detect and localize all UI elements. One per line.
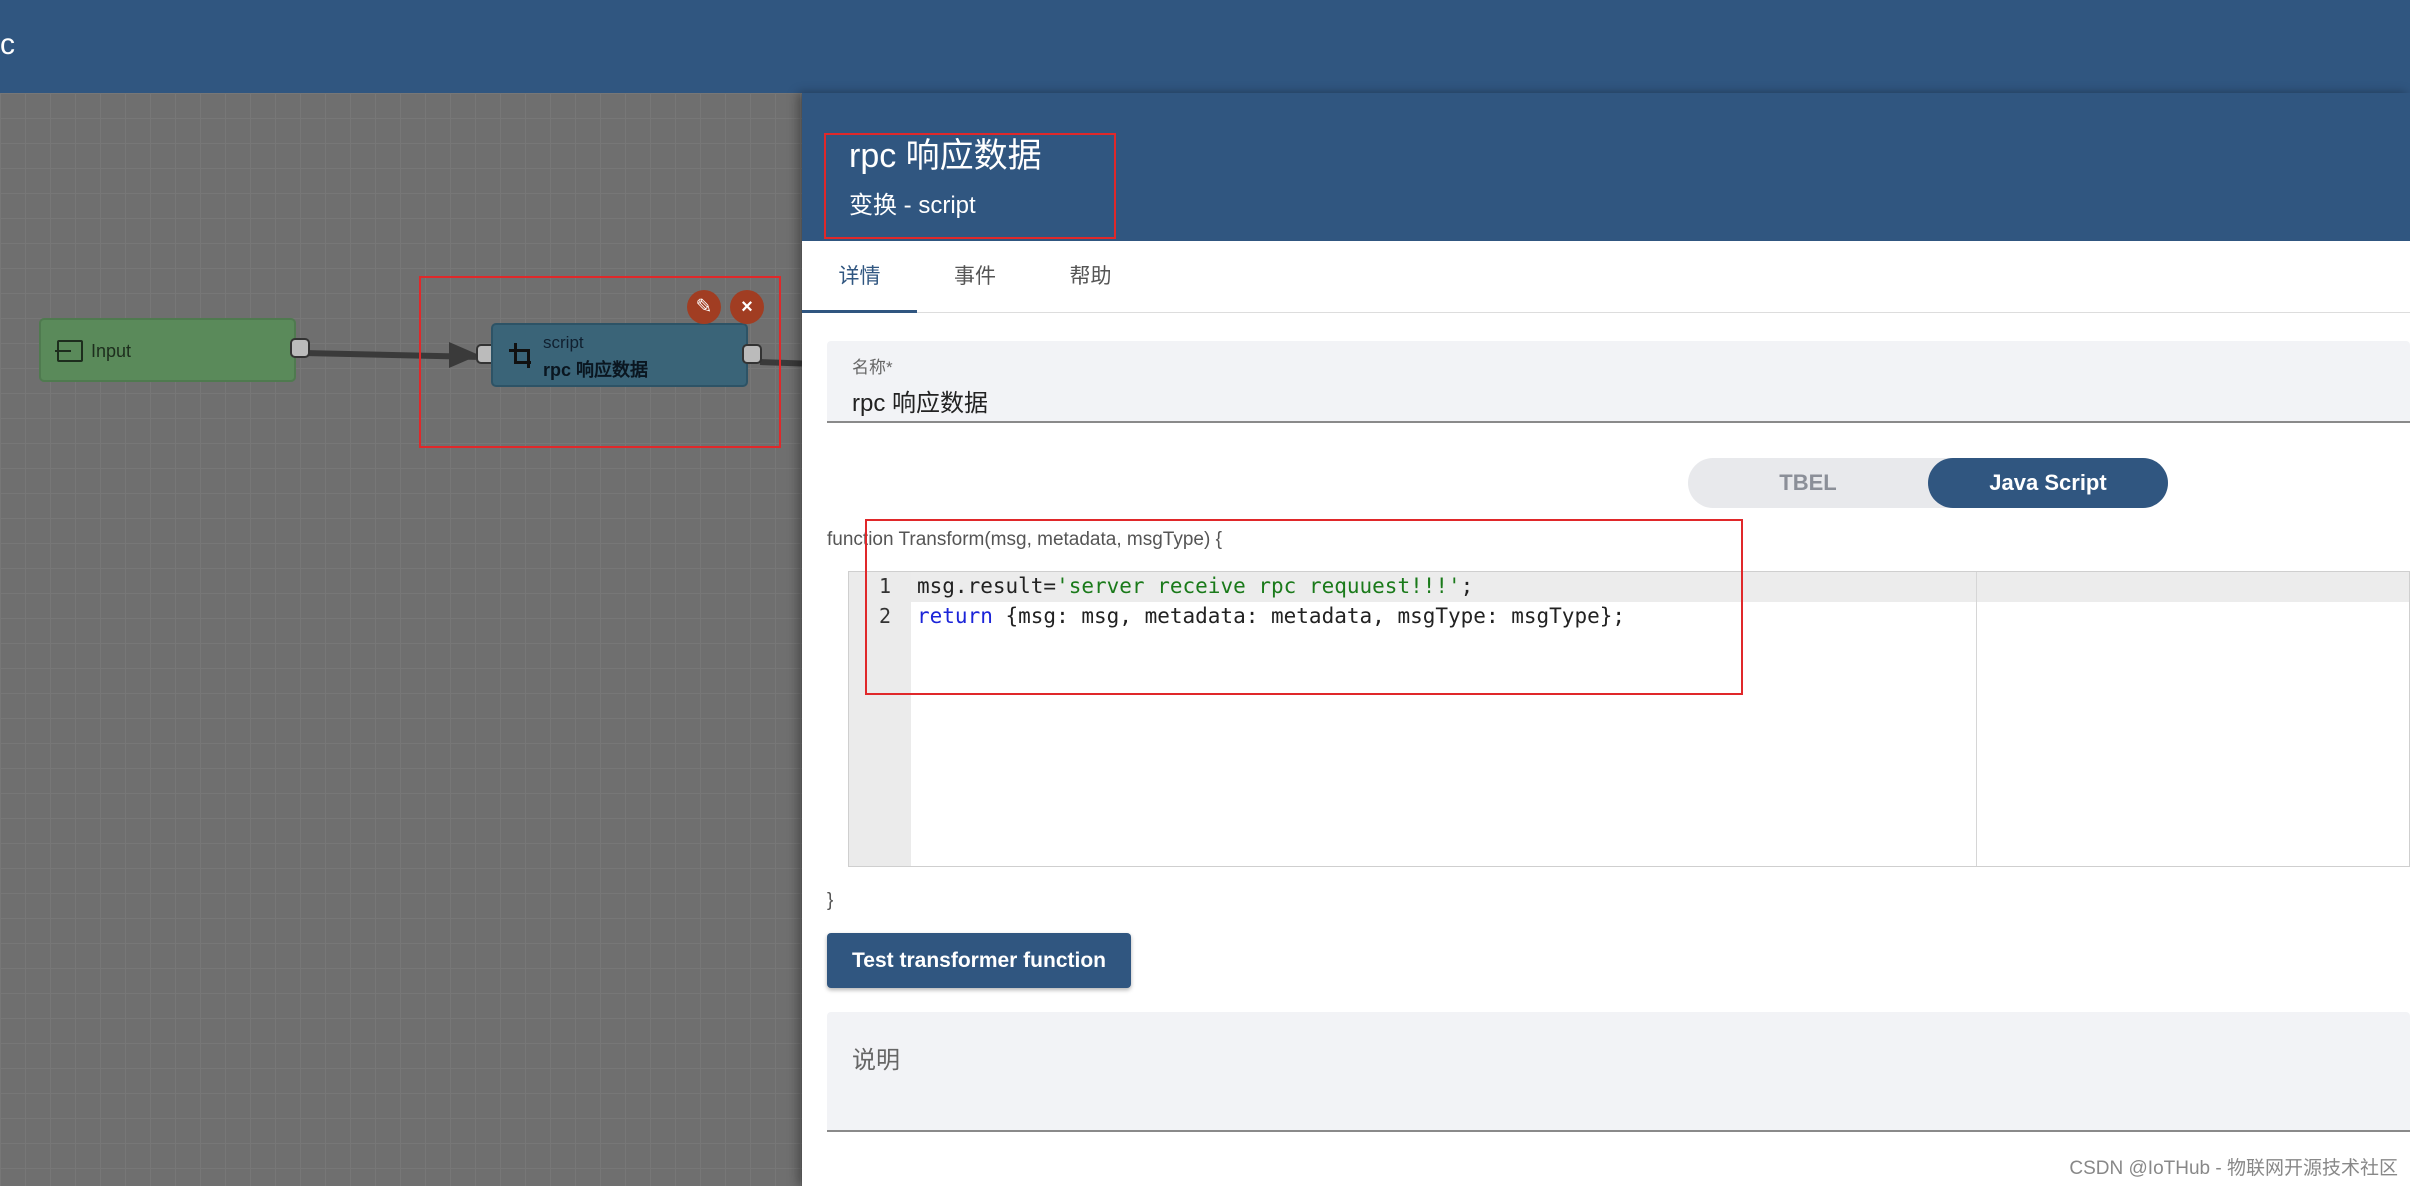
name-field-label: 名称* <box>852 358 893 377</box>
description-label: 说明 <box>852 1047 900 1074</box>
description-field[interactable]: 说明 <box>827 1012 2410 1132</box>
input-node-label: Input <box>91 341 132 361</box>
tab-help[interactable]: 帮助 <box>1033 241 1148 313</box>
print-margin <box>1976 572 1977 866</box>
toggle-javascript[interactable]: Java Script <box>1928 458 2168 508</box>
rule-chain-canvas[interactable]: Input script rpc 响应数据 ✎ × <box>0 93 802 1186</box>
function-end: } <box>827 890 834 911</box>
highlight-box-code <box>865 519 1743 695</box>
name-field[interactable]: 名称* rpc 响应数据 <box>827 341 2410 423</box>
highlight-box-node <box>419 276 781 448</box>
input-node[interactable]: Input <box>39 318 296 382</box>
name-field-value[interactable]: rpc 响应数据 <box>852 383 988 418</box>
input-icon <box>55 340 83 362</box>
highlight-box-title <box>824 133 1116 239</box>
input-node-out-port[interactable] <box>290 338 310 358</box>
tab-details[interactable]: 详情 <box>802 241 917 313</box>
script-language-toggle: TBEL Java Script <box>1688 458 2168 508</box>
panel-tabs: 详情 事件 帮助 <box>802 241 2410 313</box>
test-transformer-button[interactable]: Test transformer function <box>827 933 1131 988</box>
toggle-tbel[interactable]: TBEL <box>1688 458 1928 508</box>
top-app-bar: c <box>0 0 2410 93</box>
watermark: CSDN @IoTHub - 物联网开源技术社区 <box>2069 1158 2398 1179</box>
tab-events[interactable]: 事件 <box>917 241 1033 313</box>
app-title-fragment: c <box>0 28 15 61</box>
